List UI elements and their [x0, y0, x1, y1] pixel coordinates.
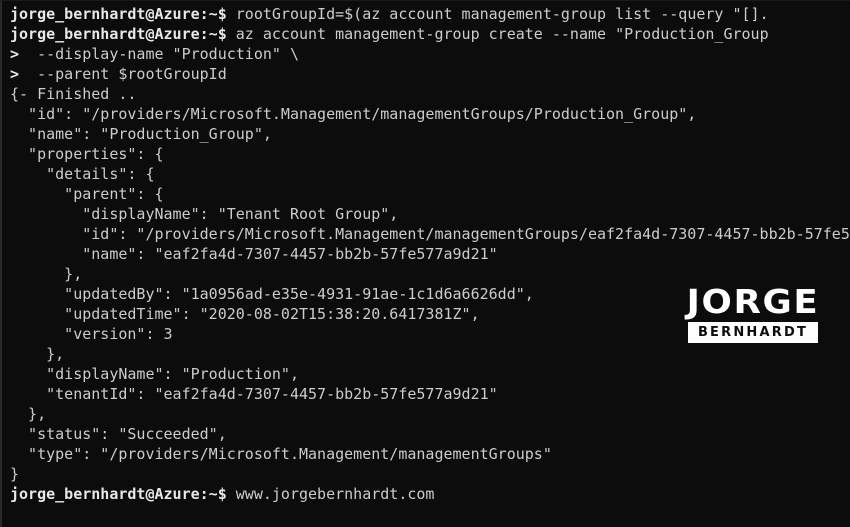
terminal-line: "properties": { [10, 144, 850, 164]
terminal-line: } [10, 464, 850, 484]
terminal-window[interactable]: jorge_bernhardt@Azure:~$ rootGroupId=$(a… [0, 0, 850, 527]
terminal-screen[interactable]: jorge_bernhardt@Azure:~$ rootGroupId=$(a… [10, 4, 850, 504]
output-text: "tenantId": "eaf2fa4d-7307-4457-bb2b-57f… [10, 385, 498, 403]
terminal-line: "status": "Succeeded", [10, 424, 850, 444]
shell-prompt: jorge_bernhardt@Azure:~$ [10, 25, 227, 43]
terminal-line: > --parent $rootGroupId [10, 64, 850, 84]
command-text: --parent $rootGroupId [19, 65, 227, 83]
output-text: "name": "Production_Group", [10, 125, 272, 143]
terminal-line: "id": "/providers/Microsoft.Management/m… [10, 104, 850, 124]
output-text: "updatedBy": "1a0956ad-e35e-4931-91ae-1c… [10, 285, 534, 303]
terminal-line: "displayName": "Tenant Root Group", [10, 204, 850, 224]
terminal-line: "details": { [10, 164, 850, 184]
output-text: "properties": { [10, 145, 164, 163]
output-text: "status": "Succeeded", [10, 425, 227, 443]
command-text: --display-name "Production" \ [19, 45, 299, 63]
output-text: "displayName": "Tenant Root Group", [10, 205, 399, 223]
command-text: www.jorgebernhardt.com [226, 485, 435, 503]
output-text: }, [10, 345, 65, 363]
command-text: az account management-group create --nam… [226, 25, 769, 43]
output-text: "name": "eaf2fa4d-7307-4457-bb2b-57fe577… [10, 245, 498, 263]
terminal-line: }, [10, 404, 850, 424]
terminal-line: "type": "/providers/Microsoft.Management… [10, 444, 850, 464]
terminal-line: > --display-name "Production" \ [10, 44, 850, 64]
output-text: "version": 3 [10, 325, 173, 343]
watermark-top-text: JORGE [686, 282, 820, 321]
terminal-line: jorge_bernhardt@Azure:~$ rootGroupId=$(a… [10, 4, 850, 24]
output-text: }, [10, 265, 83, 283]
terminal-line: {- Finished .. [10, 84, 850, 104]
jorge-bernhardt-watermark-logo: JORGE BERNHARDT [687, 285, 818, 343]
continuation-prompt: > [10, 45, 20, 63]
terminal-line: "displayName": "Production", [10, 364, 850, 384]
continuation-prompt: > [10, 65, 20, 83]
output-text: "parent": { [10, 185, 164, 203]
output-text: } [10, 465, 20, 483]
terminal-line: "name": "Production_Group", [10, 124, 850, 144]
terminal-line: "name": "eaf2fa4d-7307-4457-bb2b-57fe577… [10, 244, 850, 264]
terminal-line: "tenantId": "eaf2fa4d-7307-4457-bb2b-57f… [10, 384, 850, 404]
shell-prompt: jorge_bernhardt@Azure:~$ [10, 5, 227, 23]
terminal-line: "id": "/providers/Microsoft.Management/m… [10, 224, 850, 244]
shell-prompt: jorge_bernhardt@Azure:~$ [10, 485, 227, 503]
output-text: "details": { [10, 165, 155, 183]
terminal-line: }, [10, 344, 850, 364]
output-text: "id": "/providers/Microsoft.Management/m… [10, 105, 697, 123]
output-text: {- Finished .. [10, 85, 137, 103]
output-text: "updatedTime": "2020-08-02T15:38:20.6417… [10, 305, 480, 323]
output-text: }, [10, 405, 47, 423]
output-text: "displayName": "Production", [10, 365, 299, 383]
terminal-line: jorge_bernhardt@Azure:~$ az account mana… [10, 24, 850, 44]
terminal-line: "parent": { [10, 184, 850, 204]
output-text: "type": "/providers/Microsoft.Management… [10, 445, 552, 463]
command-text: rootGroupId=$(az account management-grou… [226, 5, 769, 23]
terminal-line: }, [10, 264, 850, 284]
output-text: "id": "/providers/Microsoft.Management/m… [10, 225, 850, 243]
terminal-line: jorge_bernhardt@Azure:~$ www.jorgebernha… [10, 484, 850, 504]
watermark-bottom-text: BERNHARDT [697, 325, 809, 340]
watermark-bar: BERNHARDT [688, 322, 818, 343]
